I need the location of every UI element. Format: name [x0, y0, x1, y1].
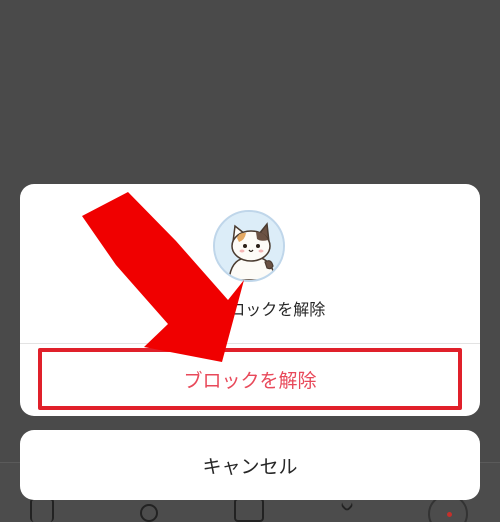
cancel-button[interactable]: キャンセル — [20, 430, 480, 500]
blocked-username: pli — [174, 300, 198, 319]
search-icon — [140, 504, 158, 522]
sheet-title: pliのブロックを解除 — [20, 296, 480, 320]
cat-avatar-icon — [215, 212, 283, 280]
sheet-divider — [20, 343, 480, 344]
notification-dot — [447, 512, 452, 517]
user-avatar — [213, 210, 285, 282]
unblock-action-sheet: pliのブロックを解除 ブロックを解除 — [20, 184, 480, 416]
sheet-title-suffix: のブロックを解除 — [197, 300, 326, 319]
dimmed-app-background[interactable]: pliのブロックを解除 ブロックを解除 キャンセル — [0, 0, 500, 522]
home-icon — [30, 498, 54, 522]
unblock-button[interactable]: ブロックを解除 — [38, 348, 462, 410]
add-post-icon — [234, 498, 264, 522]
